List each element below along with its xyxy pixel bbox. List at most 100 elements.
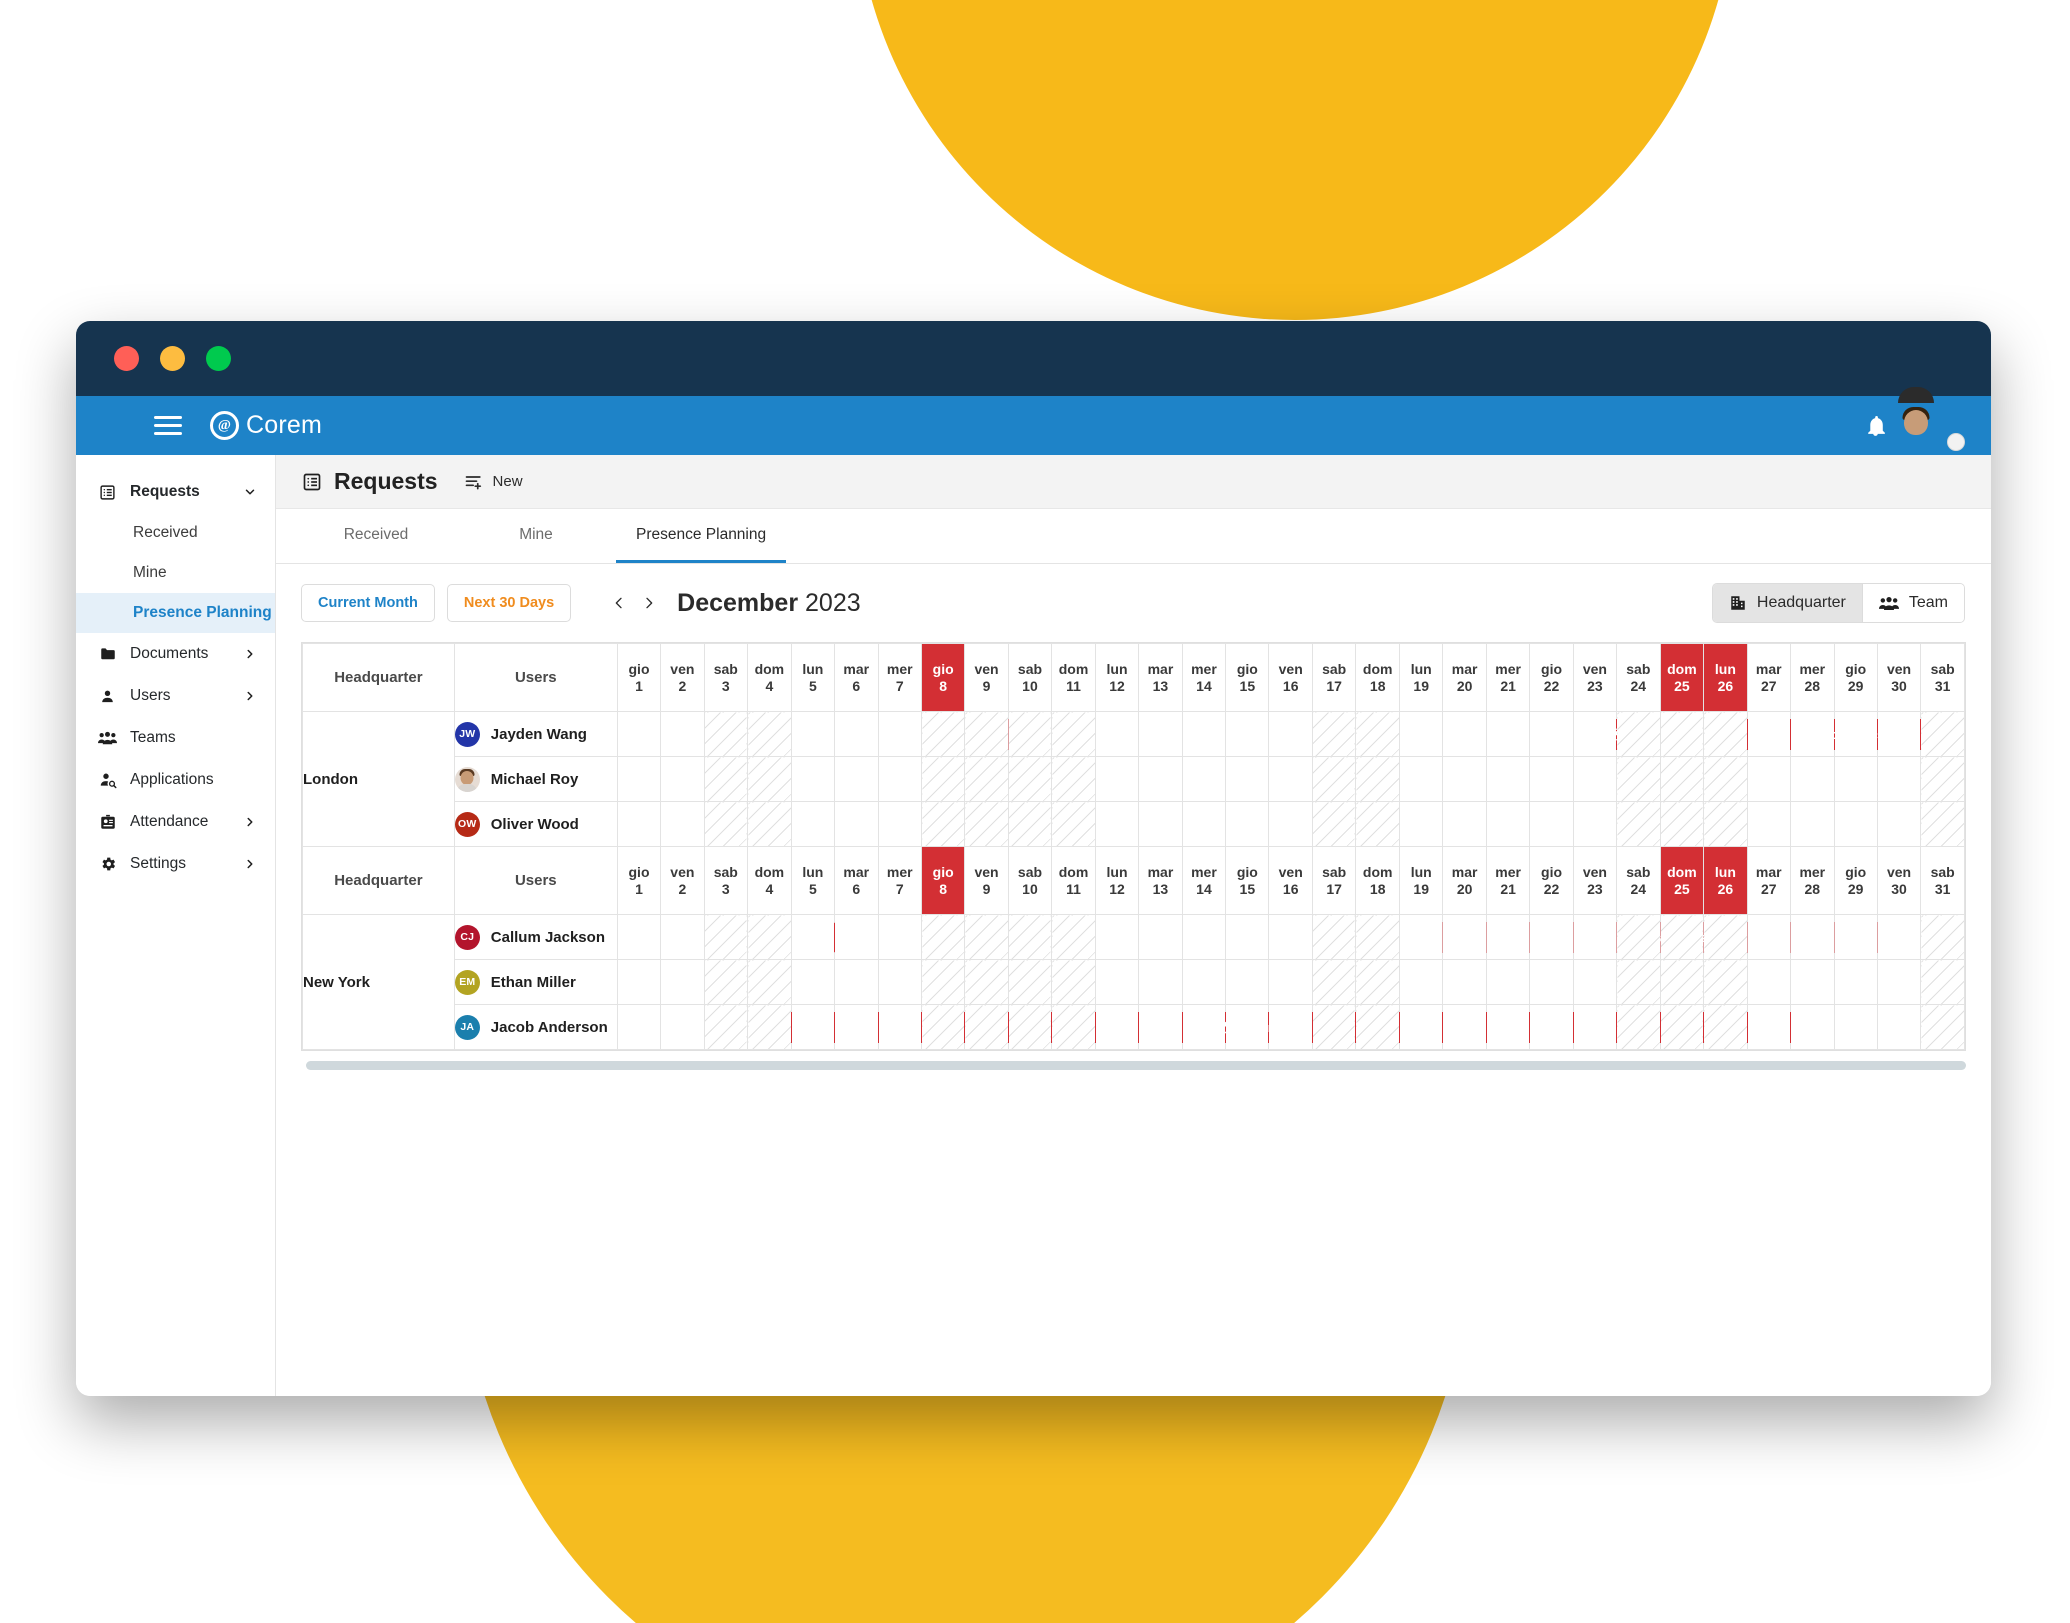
calendar-day-cell[interactable] [1659, 711, 1705, 757]
calendar-day-cell[interactable] [1268, 711, 1313, 757]
calendar-day-cell[interactable] [747, 914, 792, 960]
calendar-day-cell[interactable] [1746, 1004, 1792, 1050]
calendar-day-cell[interactable] [1876, 1004, 1922, 1050]
calendar-day-cell[interactable] [1355, 711, 1401, 757]
calendar-day-cell[interactable] [877, 914, 923, 960]
calendar-day-cell[interactable] [1225, 959, 1270, 1005]
calendar-day-cell[interactable] [834, 1004, 879, 1050]
calendar-day-cell[interactable] [1138, 756, 1183, 802]
calendar-day-cell[interactable] [1659, 914, 1705, 960]
calendar-day-cell[interactable] [1485, 1004, 1531, 1050]
calendar-day-cell[interactable] [1572, 1004, 1618, 1050]
calendar-day-cell[interactable] [1746, 756, 1792, 802]
calendar-day-cell[interactable] [1920, 914, 1965, 960]
calendar-day-cell[interactable] [660, 801, 705, 847]
calendar-day-cell[interactable] [1181, 756, 1227, 802]
calendar-day-cell[interactable] [1529, 914, 1574, 960]
calendar-day-cell[interactable] [1659, 959, 1705, 1005]
calendar-day-cell[interactable] [1094, 959, 1140, 1005]
calendar-day-cell[interactable] [1790, 801, 1835, 847]
calendar-day-cell[interactable] [1485, 756, 1531, 802]
calendar-day-cell[interactable] [1007, 801, 1053, 847]
calendar-day-cell[interactable] [1007, 1004, 1053, 1050]
calendar-day-cell[interactable] [1007, 914, 1053, 960]
calendar-day-cell[interactable] [1268, 801, 1313, 847]
calendar-day-cell[interactable] [1833, 756, 1878, 802]
calendar-day-cell[interactable] [1746, 914, 1792, 960]
calendar-day-cell[interactable] [834, 914, 879, 960]
calendar-day-cell[interactable] [1529, 1004, 1574, 1050]
calendar-day-cell[interactable] [703, 711, 749, 757]
calendar-day-cell[interactable] [1790, 1004, 1835, 1050]
chevron-right-icon[interactable] [641, 592, 657, 614]
calendar-day-cell[interactable] [1485, 959, 1531, 1005]
user-cell[interactable]: EM Ethan Miller [453, 959, 618, 1005]
calendar-day-cell[interactable] [877, 756, 923, 802]
calendar-day-cell[interactable] [921, 914, 966, 960]
view-toggle-team[interactable]: Team [1861, 584, 1964, 622]
calendar-day-cell[interactable] [1311, 959, 1357, 1005]
calendar-day-cell[interactable] [1485, 711, 1531, 757]
sidebar-item-applications[interactable]: Applications [76, 759, 275, 801]
calendar-day-cell[interactable] [660, 756, 705, 802]
calendar-day-cell[interactable] [1442, 711, 1487, 757]
calendar-day-cell[interactable] [703, 1004, 749, 1050]
calendar-day-cell[interactable] [1181, 914, 1227, 960]
calendar-day-cell[interactable] [1399, 1004, 1444, 1050]
hamburger-icon[interactable] [154, 415, 182, 436]
calendar-day-cell[interactable] [1703, 959, 1748, 1005]
calendar-day-cell[interactable] [1746, 959, 1792, 1005]
calendar-day-cell[interactable] [1007, 959, 1053, 1005]
sidebar-item-users[interactable]: Users [76, 675, 275, 717]
calendar-day-cell[interactable] [1138, 711, 1183, 757]
calendar-day-cell[interactable] [1833, 959, 1878, 1005]
calendar-day-cell[interactable] [1181, 711, 1227, 757]
calendar-day-cell[interactable] [1442, 1004, 1487, 1050]
calendar-day-cell[interactable] [1703, 801, 1748, 847]
sidebar-item-mine[interactable]: Mine [76, 553, 275, 593]
calendar-day-cell[interactable] [1051, 959, 1096, 1005]
calendar-day-cell[interactable] [1268, 1004, 1313, 1050]
calendar-day-cell[interactable] [1311, 711, 1357, 757]
calendar-day-cell[interactable] [747, 959, 792, 1005]
calendar-day-cell[interactable] [1268, 756, 1313, 802]
tab-mine[interactable]: Mine [456, 509, 616, 563]
calendar-day-cell[interactable] [1007, 711, 1053, 757]
calendar-day-cell[interactable] [1876, 756, 1922, 802]
calendar-day-cell[interactable] [1616, 711, 1661, 757]
calendar-day-cell[interactable] [1920, 801, 1965, 847]
user-cell[interactable]: Michael Roy [453, 756, 618, 802]
calendar-day-cell[interactable] [1094, 801, 1140, 847]
calendar-day-cell[interactable] [921, 756, 966, 802]
calendar-day-cell[interactable] [1355, 801, 1401, 847]
sidebar-item-presence-planning[interactable]: Presence Planning [76, 593, 275, 633]
calendar-day-cell[interactable] [703, 914, 749, 960]
calendar-day-cell[interactable] [1876, 959, 1922, 1005]
calendar-day-cell[interactable] [1616, 959, 1661, 1005]
user-cell[interactable]: JW Jayden Wang [453, 711, 618, 757]
calendar-day-cell[interactable] [1138, 914, 1183, 960]
close-window-button[interactable] [114, 346, 139, 371]
calendar-day-cell[interactable] [1703, 1004, 1748, 1050]
calendar-day-cell[interactable] [660, 914, 705, 960]
calendar-day-cell[interactable] [1399, 914, 1444, 960]
calendar-day-cell[interactable] [747, 1004, 792, 1050]
calendar-day-cell[interactable] [1790, 756, 1835, 802]
sidebar-item-received[interactable]: Received [76, 513, 275, 553]
calendar-day-cell[interactable] [1920, 1004, 1965, 1050]
calendar-day-cell[interactable]: Licencia De Boda [616, 1004, 1814, 1050]
minimize-window-button[interactable] [160, 346, 185, 371]
calendar-day-cell[interactable] [1051, 711, 1096, 757]
calendar-day-cell[interactable] [747, 801, 792, 847]
calendar-day-cell[interactable] [616, 959, 662, 1005]
calendar-day-cell[interactable] [747, 711, 792, 757]
calendar-day-cell[interactable] [1529, 756, 1574, 802]
calendar-day-cell[interactable] [1572, 711, 1618, 757]
calendar-day-cell[interactable] [964, 959, 1009, 1005]
calendar-day-cell[interactable] [1529, 711, 1574, 757]
calendar-day-cell[interactable] [1876, 914, 1922, 960]
calendar-day-cell[interactable] [1529, 959, 1574, 1005]
calendar-day-cell[interactable] [1355, 756, 1401, 802]
calendar-day-cell[interactable] [1920, 756, 1965, 802]
calendar-day-cell[interactable] [1442, 959, 1487, 1005]
